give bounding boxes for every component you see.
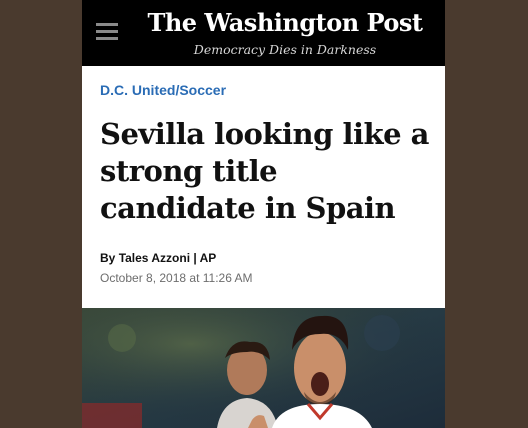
menu-bar <box>96 23 118 26</box>
menu-bar <box>96 37 118 40</box>
article-header: D.C. United/Soccer Sevilla looking like … <box>82 66 445 308</box>
article-lead-photo[interactable] <box>82 308 445 428</box>
section-link[interactable]: D.C. United/Soccer <box>100 82 226 98</box>
hamburger-menu-icon[interactable] <box>96 23 118 41</box>
menu-bar <box>96 30 118 33</box>
byline-prefix: By <box>100 251 116 265</box>
article-headline: Sevilla looking like a strong title cand… <box>100 117 429 225</box>
byline: By Tales Azzoni | AP <box>100 251 216 265</box>
byline-separator: | <box>193 251 197 265</box>
lead-photo-image <box>82 308 445 428</box>
site-tagline: Democracy Dies in Darkness <box>193 42 377 57</box>
author-link[interactable]: Tales Azzoni <box>119 251 190 265</box>
masthead: The Washington Post Democracy Dies in Da… <box>82 0 445 66</box>
article-page: The Washington Post Democracy Dies in Da… <box>82 0 445 428</box>
publish-date: October 8, 2018 at 11:26 AM <box>100 271 253 285</box>
agency-name: AP <box>199 251 217 265</box>
section-kicker-link[interactable]: D.C. United/Soccer <box>100 82 226 98</box>
site-logo[interactable]: The Washington Post <box>140 8 430 37</box>
